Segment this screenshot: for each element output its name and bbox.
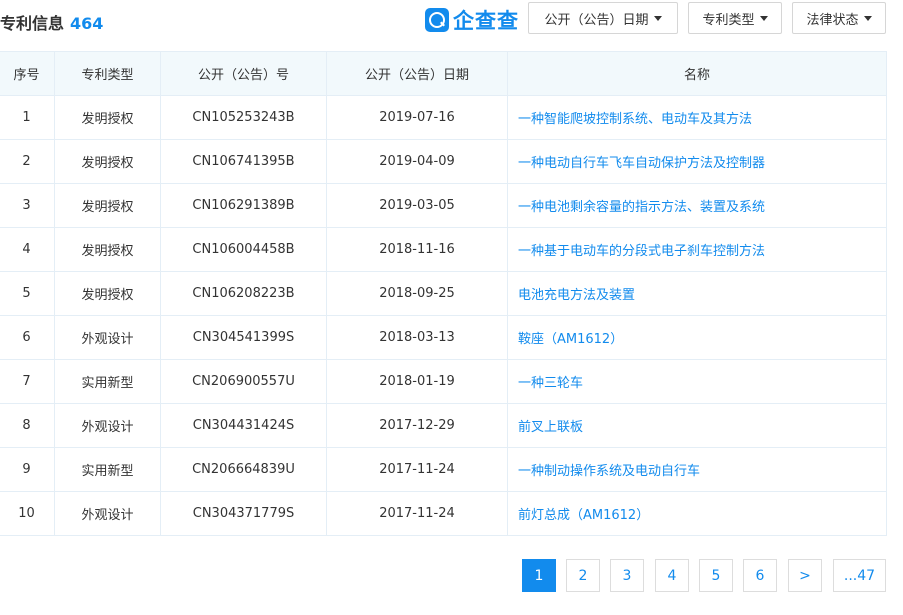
cell-pub-no: CN106741395B (160, 139, 327, 184)
cell-type: 发明授权 (54, 183, 161, 228)
qichacha-logo-text: 企查查 (453, 9, 519, 33)
section-title: 专利信息 464 (0, 10, 103, 34)
column-header-name: 名称 (507, 51, 887, 96)
cell-index: 2 (0, 139, 55, 184)
table-row: 5 发明授权 CN106208223B 2018-09-25 电池充电方法及装置 (0, 271, 887, 316)
cell-index: 3 (0, 183, 55, 228)
cell-index: 6 (0, 315, 55, 360)
cell-pub-no: CN206900557U (160, 359, 327, 404)
cell-pub-date: 2019-07-16 (326, 95, 508, 140)
chevron-down-icon (759, 15, 768, 21)
page-button-1[interactable]: 1 (522, 559, 556, 592)
page-button-6[interactable]: 6 (743, 559, 777, 592)
patent-name-link[interactable]: 一种电动自行车飞车自动保护方法及控制器 (507, 139, 887, 184)
cell-pub-date: 2019-03-05 (326, 183, 508, 228)
patent-name-link[interactable]: 一种三轮车 (507, 359, 887, 404)
column-header-index: 序号 (0, 51, 55, 96)
qichacha-logo-icon (425, 8, 449, 32)
last-page-button[interactable]: ...47 (833, 559, 886, 592)
table-row: 4 发明授权 CN106004458B 2018-11-16 一种基于电动车的分… (0, 227, 887, 272)
table-header-row: 序号 专利类型 公开（公告）号 公开（公告）日期 名称 (0, 51, 887, 96)
cell-pub-date: 2018-03-13 (326, 315, 508, 360)
cell-pub-no: CN304541399S (160, 315, 327, 360)
patent-table: 序号 专利类型 公开（公告）号 公开（公告）日期 名称 1 发明授权 CN105… (0, 51, 887, 536)
cell-type: 实用新型 (54, 447, 161, 492)
column-header-type: 专利类型 (54, 51, 161, 96)
filter-legal-status[interactable]: 法律状态 (792, 2, 886, 34)
filter-publication-date-label: 公开（公告）日期 (544, 12, 649, 28)
filter-patent-type[interactable]: 专利类型 (688, 2, 782, 34)
page-button-5[interactable]: 5 (699, 559, 733, 592)
cell-type: 外观设计 (54, 403, 161, 448)
cell-type: 外观设计 (54, 491, 161, 536)
column-header-pub-date: 公开（公告）日期 (326, 51, 508, 96)
section-title-text: 专利信息 (0, 14, 65, 33)
cell-type: 发明授权 (54, 139, 161, 184)
cell-pub-no: CN106208223B (160, 271, 327, 316)
cell-pub-no: CN106004458B (160, 227, 327, 272)
cell-pub-no: CN105253243B (160, 95, 327, 140)
cell-type: 发明授权 (54, 227, 161, 272)
page-button-4[interactable]: 4 (655, 559, 689, 592)
cell-index: 7 (0, 359, 55, 404)
table-row: 3 发明授权 CN106291389B 2019-03-05 一种电池剩余容量的… (0, 183, 887, 228)
cell-type: 发明授权 (54, 95, 161, 140)
next-page-button[interactable]: > (788, 559, 822, 592)
table-row: 1 发明授权 CN105253243B 2019-07-16 一种智能爬坡控制系… (0, 95, 887, 140)
cell-index: 5 (0, 271, 55, 316)
patent-name-link[interactable]: 一种制动操作系统及电动自行车 (507, 447, 887, 492)
cell-pub-no: CN304371779S (160, 491, 327, 536)
qichacha-logo: 企查查 (425, 7, 519, 33)
filter-legal-status-label: 法律状态 (806, 12, 859, 28)
patent-name-link[interactable]: 前叉上联板 (507, 403, 887, 448)
cell-type: 发明授权 (54, 271, 161, 316)
cell-pub-no: CN304431424S (160, 403, 327, 448)
cell-pub-date: 2018-01-19 (326, 359, 508, 404)
chevron-down-icon (863, 15, 872, 21)
patent-name-link[interactable]: 鞍座（AM1612） (507, 315, 887, 360)
table-row: 9 实用新型 CN206664839U 2017-11-24 一种制动操作系统及… (0, 447, 887, 492)
cell-pub-date: 2018-09-25 (326, 271, 508, 316)
table-row: 8 外观设计 CN304431424S 2017-12-29 前叉上联板 (0, 403, 887, 448)
cell-type: 实用新型 (54, 359, 161, 404)
cell-index: 4 (0, 227, 55, 272)
patent-name-link[interactable]: 前灯总成（AM1612） (507, 491, 887, 536)
patent-name-link[interactable]: 一种电池剩余容量的指示方法、装置及系统 (507, 183, 887, 228)
section-header: 专利信息 464 企查查 公开（公告）日期 专利类型 法律状态 (0, 0, 903, 40)
cell-pub-date: 2017-11-24 (326, 491, 508, 536)
cell-index: 9 (0, 447, 55, 492)
cell-index: 8 (0, 403, 55, 448)
cell-pub-no: CN206664839U (160, 447, 327, 492)
patent-name-link[interactable]: 一种智能爬坡控制系统、电动车及其方法 (507, 95, 887, 140)
page-button-2[interactable]: 2 (566, 559, 600, 592)
chevron-down-icon (653, 15, 662, 21)
cell-pub-no: CN106291389B (160, 183, 327, 228)
table-row: 2 发明授权 CN106741395B 2019-04-09 一种电动自行车飞车… (0, 139, 887, 184)
pagination: 1 2 3 4 5 6 > ...47 (0, 559, 903, 593)
table-row: 6 外观设计 CN304541399S 2018-03-13 鞍座（AM1612… (0, 315, 887, 360)
filter-publication-date[interactable]: 公开（公告）日期 (528, 2, 678, 34)
patent-count: 464 (70, 14, 104, 33)
cell-type: 外观设计 (54, 315, 161, 360)
cell-index: 10 (0, 491, 55, 536)
cell-pub-date: 2018-11-16 (326, 227, 508, 272)
cell-pub-date: 2017-11-24 (326, 447, 508, 492)
table-row: 10 外观设计 CN304371779S 2017-11-24 前灯总成（AM1… (0, 491, 887, 536)
page-button-3[interactable]: 3 (610, 559, 644, 592)
cell-pub-date: 2019-04-09 (326, 139, 508, 184)
table-row: 7 实用新型 CN206900557U 2018-01-19 一种三轮车 (0, 359, 887, 404)
filter-patent-type-label: 专利类型 (702, 12, 755, 28)
cell-index: 1 (0, 95, 55, 140)
column-header-pub-no: 公开（公告）号 (160, 51, 327, 96)
cell-pub-date: 2017-12-29 (326, 403, 508, 448)
patent-name-link[interactable]: 一种基于电动车的分段式电子刹车控制方法 (507, 227, 887, 272)
patent-name-link[interactable]: 电池充电方法及装置 (507, 271, 887, 316)
